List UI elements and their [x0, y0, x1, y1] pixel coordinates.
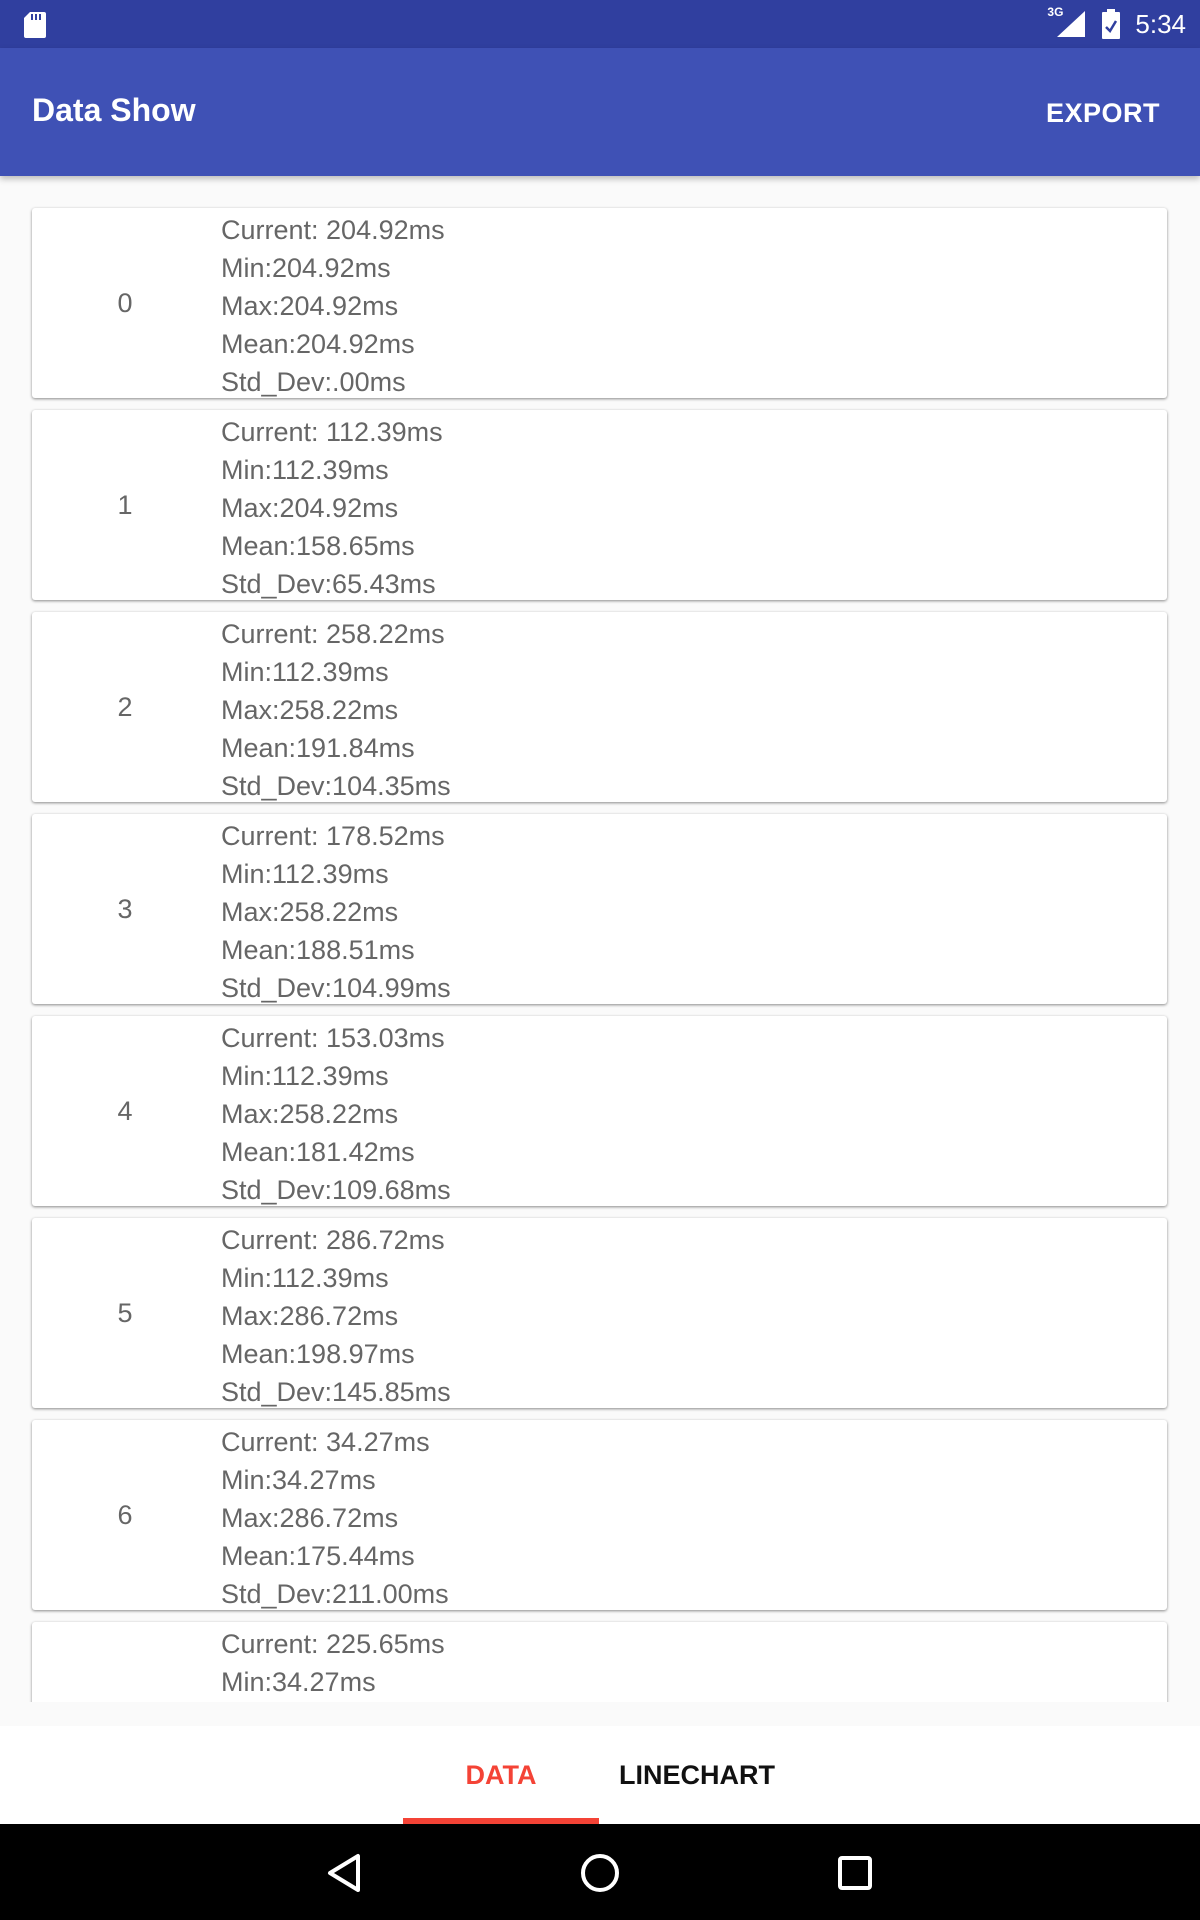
list-item[interactable]: 3 Current: 178.52ms Min:112.39ms Max:258… — [32, 814, 1167, 1004]
stat-current: Current: 178.52ms — [221, 821, 445, 851]
item-stats: Current: 204.92ms Min:204.92ms Max:204.9… — [221, 211, 445, 401]
item-index: 6 — [117, 1499, 133, 1530]
stat-max: Max:258.22ms — [221, 695, 399, 725]
stat-min: Min:34.27ms — [221, 1465, 376, 1495]
stat-current: Current: 225.65ms — [221, 1629, 445, 1659]
list-item[interactable]: 0 Current: 204.92ms Min:204.92ms Max:204… — [32, 208, 1167, 398]
item-stats: Current: 153.03ms Min:112.39ms Max:258.2… — [221, 1019, 451, 1209]
item-index: 0 — [117, 287, 133, 318]
list-item[interactable]: 4 Current: 153.03ms Min:112.39ms Max:258… — [32, 1016, 1167, 1206]
stat-max: Max:204.92ms — [221, 291, 399, 321]
item-stats: Current: 286.72ms Min:112.39ms Max:286.7… — [221, 1221, 451, 1411]
item-index: 5 — [117, 1297, 133, 1328]
tab-bar: DATA LINECHART — [0, 1726, 1200, 1824]
list-item[interactable]: 6 Current: 34.27ms Min:34.27ms Max:286.7… — [32, 1420, 1167, 1610]
stat-max: Max:286.72ms — [221, 1503, 399, 1533]
stat-mean: Mean:181.42ms — [221, 1137, 415, 1167]
stat-std-dev: Std_Dev:104.35ms — [221, 771, 451, 801]
stat-mean: Mean:198.97ms — [221, 1339, 415, 1369]
stat-max: Max:286.72ms — [221, 1301, 399, 1331]
sd-card-icon — [24, 12, 46, 38]
data-list[interactable]: 0 Current: 204.92ms Min:204.92ms Max:204… — [0, 176, 1200, 1702]
stat-std-dev: Std_Dev:109.68ms — [221, 1175, 451, 1205]
item-stats: Current: 34.27ms Min:34.27ms Max:286.72m… — [221, 1423, 449, 1613]
item-index: 4 — [117, 1095, 133, 1126]
item-index: 3 — [117, 893, 133, 924]
stat-mean: Mean:158.65ms — [221, 531, 415, 561]
stat-mean: Mean:188.51ms — [221, 935, 415, 965]
home-icon[interactable] — [575, 1848, 625, 1898]
nav-bar — [0, 1824, 1200, 1920]
item-index — [32, 1622, 218, 1702]
stat-min: Min:34.27ms — [221, 1667, 376, 1697]
stat-min: Min:112.39ms — [221, 1263, 389, 1293]
stat-std-dev: Std_Dev:211.00ms — [221, 1579, 449, 1609]
stat-std-dev: Std_Dev:65.43ms — [221, 569, 436, 599]
list-item[interactable]: 1 Current: 112.39ms Min:112.39ms Max:204… — [32, 410, 1167, 600]
stat-mean: Mean:204.92ms — [221, 329, 415, 359]
stat-std-dev: Std_Dev:145.85ms — [221, 1377, 451, 1407]
list-item[interactable]: 5 Current: 286.72ms Min:112.39ms Max:286… — [32, 1218, 1167, 1408]
recents-icon[interactable] — [830, 1848, 880, 1898]
stat-min: Min:112.39ms — [221, 859, 389, 889]
stat-min: Min:112.39ms — [221, 1061, 389, 1091]
tab-data[interactable]: DATA — [403, 1726, 599, 1824]
stat-mean: Mean:191.84ms — [221, 733, 415, 763]
stat-min: Min:112.39ms — [221, 657, 389, 687]
stat-current: Current: 112.39ms — [221, 417, 443, 447]
stat-current: Current: 258.22ms — [221, 619, 445, 649]
item-index: 1 — [117, 489, 133, 520]
list-item[interactable]: 2 Current: 258.22ms Min:112.39ms Max:258… — [32, 612, 1167, 802]
export-button[interactable]: EXPORT — [1046, 98, 1160, 129]
item-stats: Current: 225.65ms Min:34.27ms — [221, 1625, 445, 1702]
app-title: Data Show — [32, 92, 196, 128]
stat-mean: Mean:175.44ms — [221, 1541, 415, 1571]
stat-std-dev: Std_Dev:104.99ms — [221, 973, 451, 1003]
stat-max: Max:258.22ms — [221, 897, 399, 927]
clock: 5:34 — [1135, 8, 1186, 39]
stat-current: Current: 204.92ms — [221, 215, 445, 245]
stat-max: Max:258.22ms — [221, 1099, 399, 1129]
stat-current: Current: 34.27ms — [221, 1427, 430, 1457]
stat-current: Current: 153.03ms — [221, 1023, 445, 1053]
tab-linechart[interactable]: LINECHART — [599, 1726, 795, 1824]
signal-icon: 3G — [1047, 5, 1087, 39]
stat-min: Min:112.39ms — [221, 455, 389, 485]
stat-std-dev: Std_Dev:.00ms — [221, 367, 406, 397]
list-item[interactable]: Current: 225.65ms Min:34.27ms — [32, 1622, 1167, 1702]
back-icon[interactable] — [320, 1848, 370, 1898]
status-bar: 3G 5:34 — [0, 0, 1200, 48]
stat-max: Max:204.92ms — [221, 493, 399, 523]
app-bar: Data Show EXPORT — [0, 48, 1200, 176]
item-stats: Current: 178.52ms Min:112.39ms Max:258.2… — [221, 817, 451, 1007]
stat-current: Current: 286.72ms — [221, 1225, 445, 1255]
item-stats: Current: 258.22ms Min:112.39ms Max:258.2… — [221, 615, 451, 805]
stat-max — [221, 1701, 445, 1702]
stat-min: Min:204.92ms — [221, 253, 391, 283]
battery-icon — [1102, 9, 1121, 39]
item-index: 2 — [117, 691, 133, 722]
item-stats: Current: 112.39ms Min:112.39ms Max:204.9… — [221, 413, 443, 603]
